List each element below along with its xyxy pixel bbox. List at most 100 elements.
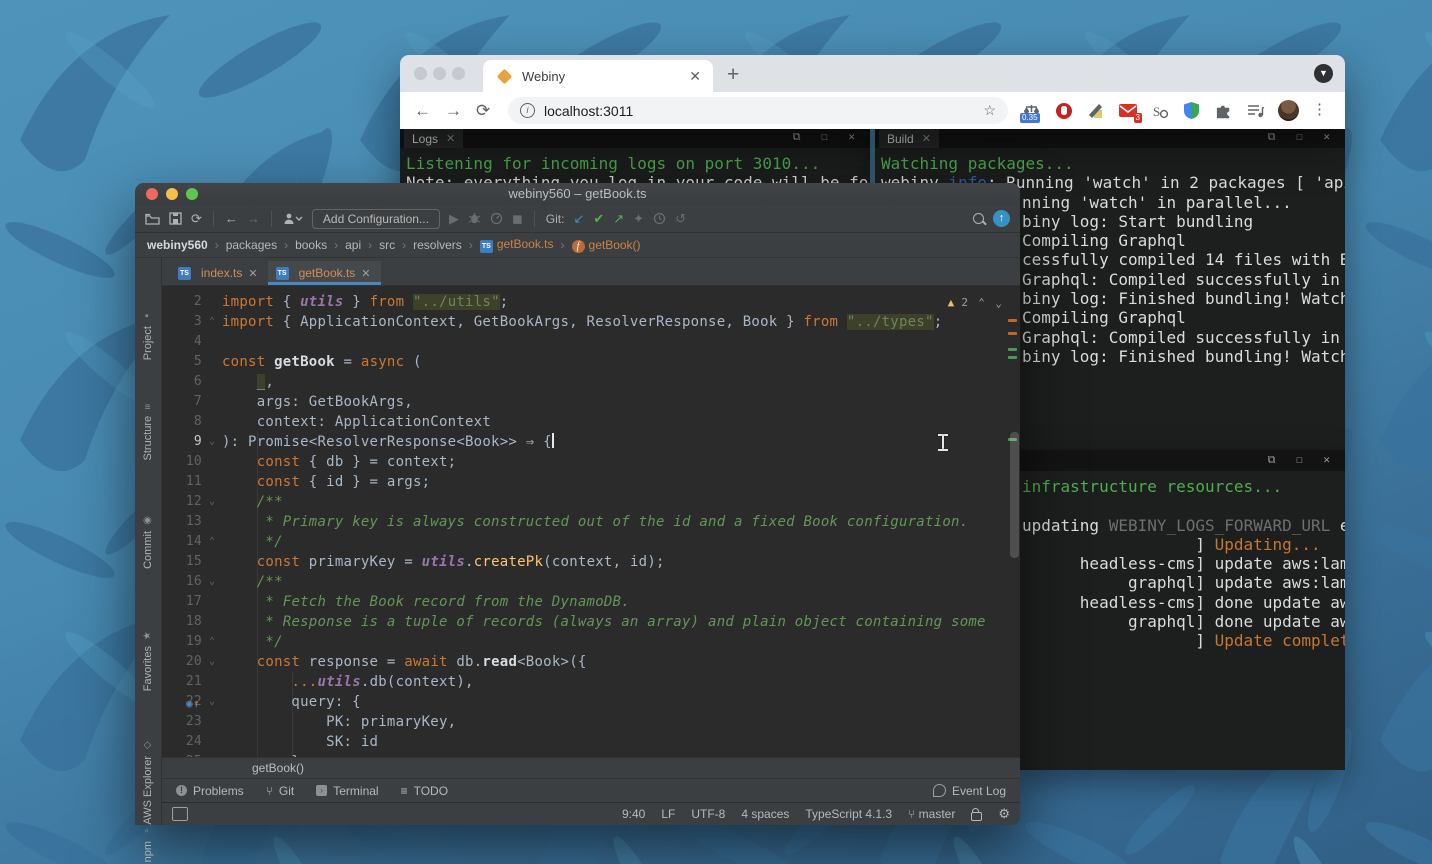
toolwindow-terminal[interactable]: ›Terminal <box>316 784 378 798</box>
git-diff-icon[interactable]: ✦ <box>633 211 644 227</box>
forward-navigation-icon[interactable]: → <box>247 211 260 226</box>
git-branch-widget[interactable]: ⑂ master <box>908 807 955 821</box>
ide-zoom-button[interactable] <box>186 188 198 200</box>
fold-marker[interactable] <box>202 552 222 572</box>
code-line[interactable]: 17 * Fetch the Book record from the Dyna… <box>162 592 1020 612</box>
back-button[interactable]: ← <box>414 101 431 121</box>
caret-position[interactable]: 9:40 <box>622 807 645 821</box>
toolwindow-todo[interactable]: ≡TODO <box>401 784 448 798</box>
fold-marker[interactable] <box>202 512 222 532</box>
site-info-icon[interactable]: i <box>520 103 535 118</box>
recursive-call-gutter-icon[interactable]: ◉↑ <box>186 694 200 714</box>
ide-close-button[interactable] <box>146 188 158 200</box>
fold-marker[interactable]: ⌃ <box>202 532 222 552</box>
puzzle-extension-icon[interactable] <box>1214 101 1233 120</box>
toolwindow-git[interactable]: ⑂Git <box>266 784 295 798</box>
fold-marker[interactable] <box>202 392 222 412</box>
indent-setting[interactable]: 4 spaces <box>741 807 789 821</box>
fold-marker[interactable]: ⌄ <box>202 432 222 452</box>
warning-stripe-mark[interactable] <box>1008 332 1017 335</box>
fold-marker[interactable] <box>202 672 222 692</box>
code-line[interactable]: 5const getBook = async ( <box>162 352 1020 372</box>
change-stripe-mark[interactable] <box>1008 356 1017 359</box>
stripe-item-structure[interactable]: Structure≡ <box>135 405 161 460</box>
bookmark-star-icon[interactable]: ☆ <box>983 102 996 119</box>
url-text[interactable]: localhost:3011 <box>544 103 983 119</box>
code-line[interactable]: 23 PK: primaryKey, <box>162 712 1020 732</box>
code-line[interactable]: 13 * Primary key is always constructed o… <box>162 512 1020 532</box>
fold-marker[interactable]: ⌄ <box>202 572 222 592</box>
code-line[interactable]: 11 const { id } = args; <box>162 472 1020 492</box>
debug-icon[interactable] <box>468 212 481 225</box>
reload-button[interactable]: ⟳ <box>476 101 490 121</box>
code-line[interactable]: 18 * Response is a tuple of records (alw… <box>162 612 1020 632</box>
browser-menu-icon[interactable]: ⋮ <box>1312 100 1327 118</box>
change-stripe-mark[interactable] <box>1008 348 1017 351</box>
new-tab-button[interactable]: + <box>727 63 739 87</box>
browser-tab[interactable]: Webiny ✕ <box>483 60 713 92</box>
mail-extension-icon[interactable]: 3 <box>1118 101 1137 120</box>
ide-minimize-button[interactable] <box>166 188 178 200</box>
code-line[interactable]: 20⌄ const response = await db.read<Book>… <box>162 652 1020 672</box>
code-line[interactable]: 6 _, <box>162 372 1020 392</box>
back-navigation-icon[interactable]: ← <box>225 211 238 226</box>
address-bar[interactable]: i localhost:3011 ☆ <box>508 97 1008 124</box>
breadcrumb-item[interactable]: packages <box>226 238 277 252</box>
logs-window-icons[interactable]: ⧉ ☐ ✕ <box>793 130 862 144</box>
breadcrumb-item[interactable]: TSgetBook.ts <box>480 237 554 253</box>
file-encoding[interactable]: UTF-8 <box>691 807 725 821</box>
stripe-item-project[interactable]: Project▪ <box>135 310 161 360</box>
editor-tab-getBook.ts[interactable]: TSgetBook.ts✕ <box>268 261 381 285</box>
tab-close-icon[interactable]: ✕ <box>248 267 257 280</box>
fold-marker[interactable]: ⌄ <box>202 492 222 512</box>
highlighting-level-icon[interactable]: ⚙ <box>998 806 1010 822</box>
stop-icon[interactable]: ◼ <box>512 211 523 227</box>
tab-close-icon[interactable]: ✕ <box>361 267 370 280</box>
fold-marker[interactable] <box>202 352 222 372</box>
stripe-item-npm[interactable]: npm▫ <box>135 825 161 862</box>
search-everywhere-icon[interactable] <box>973 213 984 224</box>
open-folder-icon[interactable] <box>145 213 160 225</box>
infra-window-icons[interactable]: ⧉ ☐ ✕ <box>1268 453 1337 467</box>
git-update-icon[interactable]: ↙ <box>573 211 584 227</box>
inspection-widget[interactable]: ▲ 2 ⌃ ⌃ <box>948 293 1002 313</box>
colorpicker-extension-icon[interactable] <box>1086 101 1105 120</box>
code-line[interactable]: 19⌃ */ <box>162 632 1020 652</box>
breadcrumb-item[interactable]: books <box>295 238 327 252</box>
toolwindow-toggle-icon[interactable] <box>172 807 188 821</box>
code-line[interactable]: 7 args: GetBookArgs, <box>162 392 1020 412</box>
stripe-item-aws-explorer[interactable]: AWS Explorer◇ <box>135 740 161 825</box>
code-line[interactable]: 14⌃ */ <box>162 532 1020 552</box>
line-ending[interactable]: LF <box>661 807 675 821</box>
shield-extension-icon[interactable] <box>1182 101 1201 120</box>
breadcrumb-item[interactable]: webiny560 <box>147 238 208 252</box>
fold-marker[interactable] <box>202 332 222 352</box>
fold-marker[interactable] <box>202 452 222 472</box>
prev-warning-icon[interactable]: ⌃ <box>978 293 985 313</box>
fold-marker[interactable] <box>202 292 222 312</box>
profile-avatar[interactable] <box>1278 100 1299 121</box>
editor-tab-index.ts[interactable]: TSindex.ts✕ <box>170 261 268 285</box>
build-window-icons[interactable]: ⧉ ☐ ✕ <box>1268 130 1337 144</box>
rollback-icon[interactable]: ↺ <box>675 211 686 227</box>
breadcrumb-item[interactable]: src <box>379 238 395 252</box>
history-icon[interactable] <box>653 212 666 225</box>
tab-close-icon[interactable]: ✕ <box>687 68 703 85</box>
add-configuration-button[interactable]: Add Configuration... <box>312 209 440 229</box>
warning-stripe-mark[interactable] <box>1008 319 1017 322</box>
playlist-extension-icon[interactable] <box>1246 101 1265 120</box>
fold-marker[interactable]: ⌄◉↑ <box>202 692 222 712</box>
window-minimize-button[interactable] <box>433 67 446 80</box>
fold-marker[interactable] <box>202 472 222 492</box>
window-close-button[interactable] <box>414 67 427 80</box>
breadcrumb-item[interactable]: resolvers <box>413 238 462 252</box>
sync-icon[interactable]: ⟳ <box>191 211 202 227</box>
next-warning-icon[interactable]: ⌃ <box>995 293 1002 313</box>
logs-tab[interactable]: Logs ✕ <box>404 129 463 148</box>
code-line[interactable]: 10 const { db } = context; <box>162 452 1020 472</box>
code-line[interactable]: 3⌃import { ApplicationContext, GetBookAr… <box>162 312 1020 332</box>
fold-marker[interactable] <box>202 732 222 752</box>
code-line[interactable]: 15 const primaryKey = utils.createPk(con… <box>162 552 1020 572</box>
fold-marker[interactable]: ⌄ <box>202 652 222 672</box>
fold-marker[interactable] <box>202 592 222 612</box>
